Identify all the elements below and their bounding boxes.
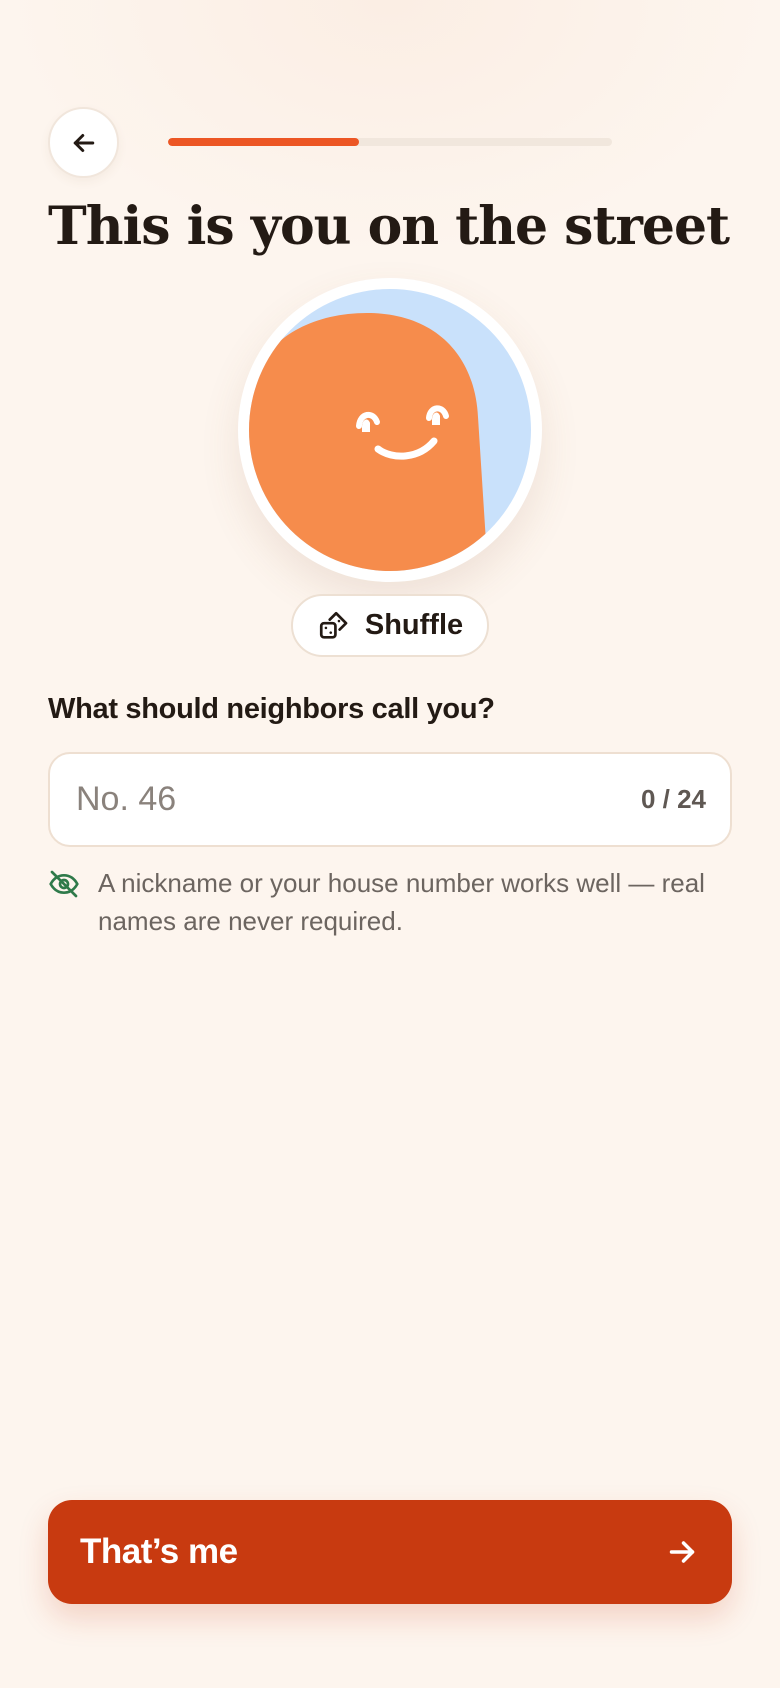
confirm-label: That’s me xyxy=(80,1532,238,1571)
name-field[interactable]: 0 / 24 xyxy=(48,752,732,847)
progress-fill xyxy=(168,138,359,146)
back-button[interactable] xyxy=(48,107,119,178)
avatar-face xyxy=(249,313,489,571)
confirm-button[interactable]: That’s me xyxy=(48,1500,732,1604)
arrow-left-icon xyxy=(73,133,94,152)
privacy-hint: A nickname or your house number works we… xyxy=(48,864,738,940)
name-question: What should neighbors call you? xyxy=(48,693,495,725)
page-title: This is you on the street xyxy=(48,196,730,257)
name-input[interactable] xyxy=(76,780,556,819)
progress-bar xyxy=(168,138,612,146)
arrow-right-icon xyxy=(669,1541,695,1563)
character-counter: 0 / 24 xyxy=(640,784,706,814)
hint-text: A nickname or your house number works we… xyxy=(98,868,705,936)
avatar xyxy=(238,278,542,582)
shuffle-label: Shuffle xyxy=(364,609,464,641)
avatar-illustration xyxy=(249,289,531,571)
eye-off-icon xyxy=(49,870,79,898)
shuffle-button[interactable]: Shuffle xyxy=(291,594,489,657)
dice-icon xyxy=(319,611,348,639)
